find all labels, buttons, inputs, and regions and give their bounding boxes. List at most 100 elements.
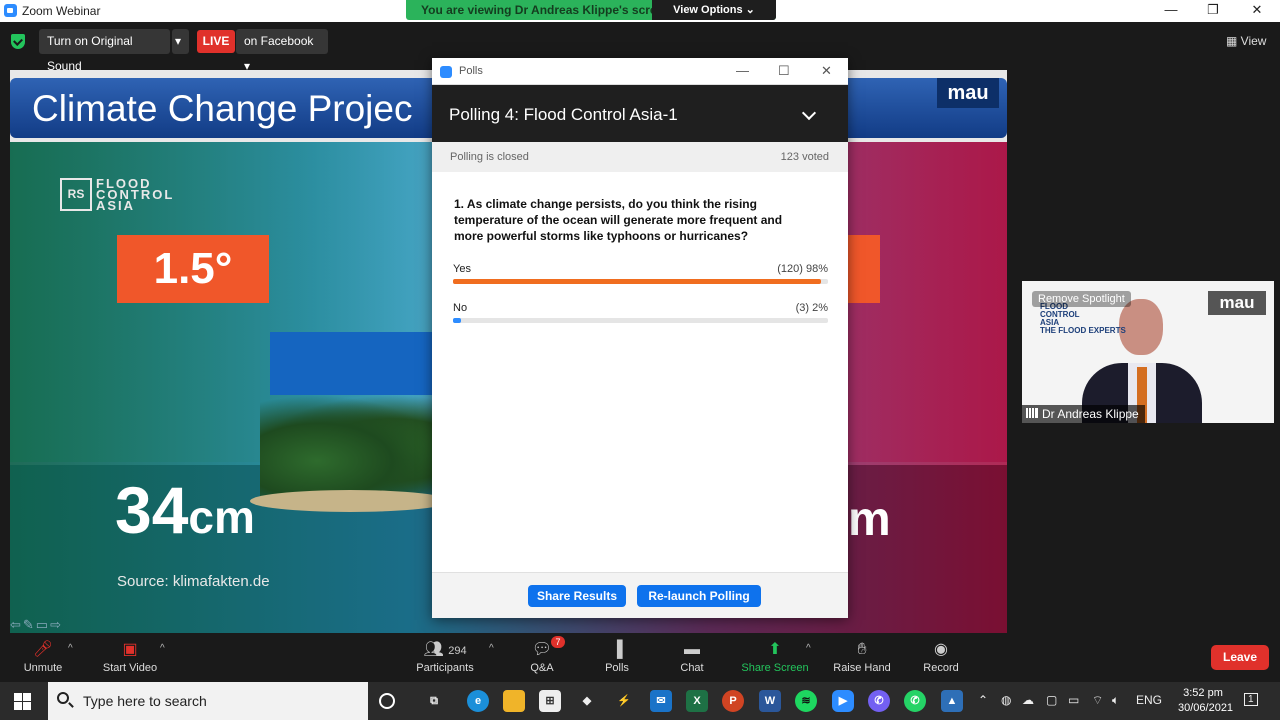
cortana-icon[interactable] [379, 693, 395, 709]
photos-icon[interactable]: ▲ [941, 690, 963, 712]
viber-icon[interactable]: ✆ [868, 690, 890, 712]
windows-start-icon[interactable] [14, 693, 31, 710]
logo-mark: RS [60, 178, 92, 211]
original-sound-dropdown[interactable]: ▾ [172, 29, 189, 54]
polls-close-button[interactable]: ✕ [821, 63, 832, 79]
participants-button[interactable]: 👥︎ 294 Participants [410, 639, 480, 679]
polls-minimize-button[interactable]: — [736, 63, 749, 78]
battery-icon[interactable]: ▭ [1068, 693, 1079, 707]
maximize-button[interactable]: ❐ [1190, 0, 1236, 22]
temperature-box-right [848, 235, 880, 303]
task-view-icon[interactable]: ⧉ [423, 690, 445, 712]
remove-spotlight-button[interactable]: Remove Spotlight [1032, 291, 1131, 307]
language-indicator[interactable]: ENG [1136, 693, 1162, 707]
share-screen-button[interactable]: ⬆ Share Screen [739, 639, 811, 679]
share-screen-caret[interactable]: ^ [806, 643, 811, 654]
clock-time: 3:52 pm [1183, 687, 1223, 699]
tray-app-icon[interactable]: ◍ [1001, 693, 1011, 707]
logo-line-3: ASIA [96, 198, 136, 213]
zoom-taskbar-icon[interactable]: ▶ [832, 690, 854, 712]
polls-label: Polls [605, 662, 629, 674]
polls-maximize-button[interactable]: ☐ [778, 63, 790, 79]
volume-icon[interactable]: 🔈︎ [1112, 693, 1119, 708]
video-mau-logo: mau [1208, 291, 1266, 315]
view-button[interactable]: ▦ View [1226, 34, 1266, 48]
tray-overflow-icon[interactable]: ⌃ [978, 693, 988, 707]
share-screen-label: Share Screen [741, 662, 809, 674]
participants-caret[interactable]: ^ [489, 643, 494, 654]
powerpoint-icon[interactable]: P [722, 690, 744, 712]
viewing-message: You are viewing Dr Andreas Klippe's scre… [421, 3, 671, 17]
relaunch-polling-button[interactable]: Re-launch Polling [637, 585, 761, 607]
chat-button[interactable]: ▬ Chat [672, 639, 712, 679]
palm-trees-image [260, 395, 450, 505]
sea-level-value: 34cm [115, 472, 255, 548]
video-options-caret[interactable]: ^ [160, 643, 165, 654]
signal-strength-icon [1026, 408, 1038, 418]
live-target-label: on Facebook [244, 34, 314, 48]
original-sound-button[interactable]: Turn on Original Sound [39, 29, 170, 73]
poll-selector[interactable]: Polling 4: Flood Control Asia-1 [432, 85, 848, 142]
file-explorer-icon[interactable] [503, 690, 525, 712]
slide-title: Climate Change Projec [32, 88, 413, 129]
video-logo-tagline: THE FLOOD EXPERTS [1040, 326, 1126, 335]
speaker-name-label: Dr Andreas Klippe [1022, 405, 1145, 423]
poll-vote-count: 123 voted [780, 151, 829, 163]
polls-button[interactable]: ▐ Polls [597, 639, 637, 679]
mail-icon[interactable]: ✉ [650, 690, 672, 712]
word-icon[interactable]: W [759, 690, 781, 712]
store-icon[interactable]: ⊞ [539, 690, 561, 712]
zoom-webinar-screen: Zoom Webinar — ❐ ✕ You are viewing Dr An… [0, 0, 1280, 720]
leave-button[interactable]: Leave [1211, 645, 1269, 670]
viewing-screen-banner: You are viewing Dr Andreas Klippe's scre… [406, 0, 776, 20]
flood-control-asia-logo: RS FLOOD CONTROL ASIA [60, 177, 200, 213]
video-off-icon: ▣ [122, 641, 138, 658]
audio-options-caret[interactable]: ^ [68, 643, 73, 654]
wifi-icon[interactable]: ⌔ [1092, 693, 1103, 708]
participants-icon: 👥︎ 294 [423, 641, 467, 658]
taskbar-search-box[interactable]: Type here to search [48, 682, 368, 720]
close-window-button[interactable]: ✕ [1234, 0, 1280, 22]
polls-window: Polls — ☐ ✕ Polling 4: Flood Control Asi… [432, 58, 848, 618]
clock-date: 30/06/2021 [1178, 702, 1234, 714]
share-results-button[interactable]: Share Results [528, 585, 626, 607]
windows-taskbar: Type here to search ⧉ e ⊞ ◆ ⚡ ✉ X P W ≋ … [0, 682, 1280, 720]
polls-title-bar: Polls — ☐ ✕ [432, 58, 848, 85]
slide-source: Source: klimafakten.de [117, 573, 270, 590]
record-label: Record [923, 662, 959, 674]
unmute-button[interactable]: 🎤︎ Unmute [18, 639, 68, 679]
notifications-icon[interactable]: 1 [1244, 693, 1258, 706]
tray-device-icon[interactable]: ▢ [1046, 693, 1057, 707]
onedrive-icon[interactable]: ☁ [1022, 693, 1034, 707]
app-icon[interactable]: ⚡ [613, 690, 635, 712]
speaker-video-tile[interactable]: FLOOD CONTROL ASIA THE FLOOD EXPERTS mau… [1022, 281, 1274, 423]
minimize-button[interactable]: — [1148, 0, 1194, 22]
poll-question: 1. As climate change persists, do you th… [454, 197, 783, 243]
answer-result: (120) 98% [777, 263, 828, 275]
zoom-logo-icon [440, 66, 452, 78]
raise-hand-label: Raise Hand [833, 662, 891, 674]
start-video-button[interactable]: ▣ Start Video [98, 639, 162, 679]
search-placeholder: Type here to search [83, 693, 207, 709]
sea-level-unit: cm [188, 491, 255, 543]
record-button[interactable]: ◉ Record [916, 639, 966, 679]
participant-count: 294 [448, 645, 467, 657]
dropbox-icon[interactable]: ◆ [576, 690, 598, 712]
edge-icon[interactable]: e [467, 690, 489, 712]
whatsapp-icon[interactable]: ✆ [904, 690, 926, 712]
participants-label: Participants [416, 662, 474, 674]
security-shield-icon[interactable] [11, 34, 25, 49]
slide-blue-box [270, 332, 440, 395]
excel-icon[interactable]: X [686, 690, 708, 712]
view-options-button[interactable]: View Options ⌄ [652, 0, 776, 20]
live-on-facebook-button[interactable]: on Facebook ▾ [236, 29, 328, 73]
poll-footer: Share Results Re-launch Polling [432, 572, 848, 618]
muted-microphone-icon: 🎤︎ [32, 641, 54, 658]
raise-hand-button[interactable]: ✋︎ Raise Hand [830, 639, 894, 679]
taskbar-clock[interactable]: 3:52 pm 30/06/2021 [1178, 686, 1234, 716]
spotify-icon[interactable]: ≋ [795, 690, 817, 712]
answer-label: No [453, 302, 468, 314]
temperature-box: 1.5° [117, 235, 269, 303]
island-image [250, 490, 450, 512]
slide-navigation-icons[interactable]: ⇦✎▭⇨ [10, 617, 63, 633]
